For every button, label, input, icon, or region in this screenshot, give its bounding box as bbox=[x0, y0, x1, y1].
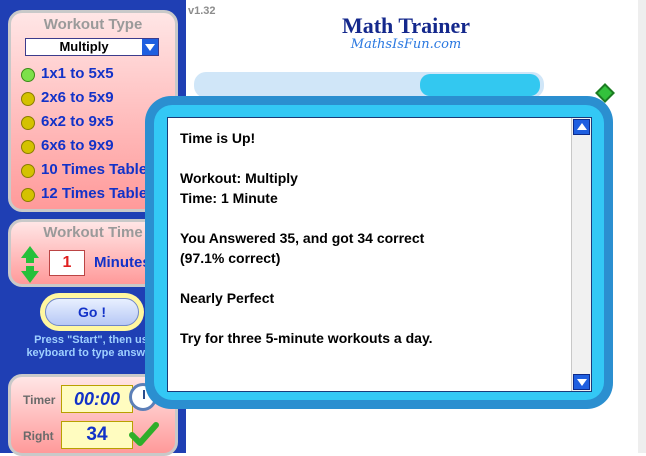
workout-type-select[interactable]: Multiply bbox=[25, 38, 159, 56]
result-line: Time: 1 Minute bbox=[180, 190, 278, 206]
result-line: (97.1% correct) bbox=[180, 250, 281, 266]
go-button[interactable]: Go ! bbox=[45, 298, 139, 326]
option-1x1-5x5[interactable]: 1x1 to 5x5 bbox=[21, 65, 181, 85]
result-line bbox=[180, 148, 560, 168]
right-count: 34 bbox=[61, 421, 133, 449]
site-name: MathsIsFun.com bbox=[350, 37, 462, 52]
timer-label: Timer bbox=[23, 393, 56, 407]
option-label: 1x1 to 5x5 bbox=[41, 65, 114, 82]
scroll-down-icon[interactable] bbox=[573, 374, 590, 390]
result-line bbox=[180, 268, 560, 288]
workout-time-value[interactable]: 1 bbox=[49, 250, 85, 276]
right-edge-stripe bbox=[638, 0, 646, 453]
option-label: 12 Times Table bbox=[41, 185, 148, 202]
workout-type-selected: Multiply bbox=[59, 39, 109, 54]
version-label: v1.32 bbox=[188, 5, 216, 17]
result-line: Time is Up! bbox=[180, 130, 256, 146]
results-text: Time is Up! Workout: Multiply Time: 1 Mi… bbox=[180, 128, 560, 348]
results-dialog-inner: Time is Up! Workout: Multiply Time: 1 Mi… bbox=[154, 105, 604, 400]
option-label: 6x6 to 9x9 bbox=[41, 137, 114, 154]
radio-icon[interactable] bbox=[21, 92, 35, 106]
radio-icon[interactable] bbox=[21, 140, 35, 154]
result-line: You Answered 35, and got 34 correct bbox=[180, 230, 425, 246]
workout-type-header: Workout Type bbox=[43, 16, 143, 33]
go-button-frame: Go ! bbox=[40, 293, 144, 331]
background-tab bbox=[420, 74, 540, 96]
option-label: 6x2 to 9x5 bbox=[41, 113, 114, 130]
results-dialog: Time is Up! Workout: Multiply Time: 1 Mi… bbox=[145, 96, 613, 409]
radio-selected-icon[interactable] bbox=[21, 68, 35, 82]
result-line bbox=[180, 308, 560, 328]
radio-icon[interactable] bbox=[21, 116, 35, 130]
right-label: Right bbox=[23, 429, 54, 443]
app-title: Math Trainer bbox=[341, 13, 471, 38]
result-line: Workout: Multiply bbox=[180, 170, 298, 186]
result-line: Try for three 5-minute workouts a day. bbox=[180, 330, 433, 346]
arrow-down-icon[interactable] bbox=[21, 271, 39, 283]
scrollbar[interactable] bbox=[571, 118, 591, 391]
radio-icon[interactable] bbox=[21, 188, 35, 202]
timer-value: 00:00 bbox=[61, 385, 133, 413]
time-stepper[interactable] bbox=[21, 246, 41, 284]
result-line bbox=[180, 208, 560, 228]
chevron-down-icon[interactable] bbox=[142, 39, 158, 55]
radio-icon[interactable] bbox=[21, 164, 35, 178]
arrow-up-stem bbox=[26, 257, 34, 263]
check-icon bbox=[129, 422, 159, 446]
option-label: 2x6 to 5x9 bbox=[41, 89, 114, 106]
workout-time-unit: Minutes bbox=[94, 254, 151, 271]
option-label: 10 Times Table bbox=[41, 161, 148, 178]
scroll-up-icon[interactable] bbox=[573, 119, 590, 135]
result-line: Nearly Perfect bbox=[180, 290, 275, 306]
results-text-area[interactable]: Time is Up! Workout: Multiply Time: 1 Mi… bbox=[167, 117, 592, 392]
